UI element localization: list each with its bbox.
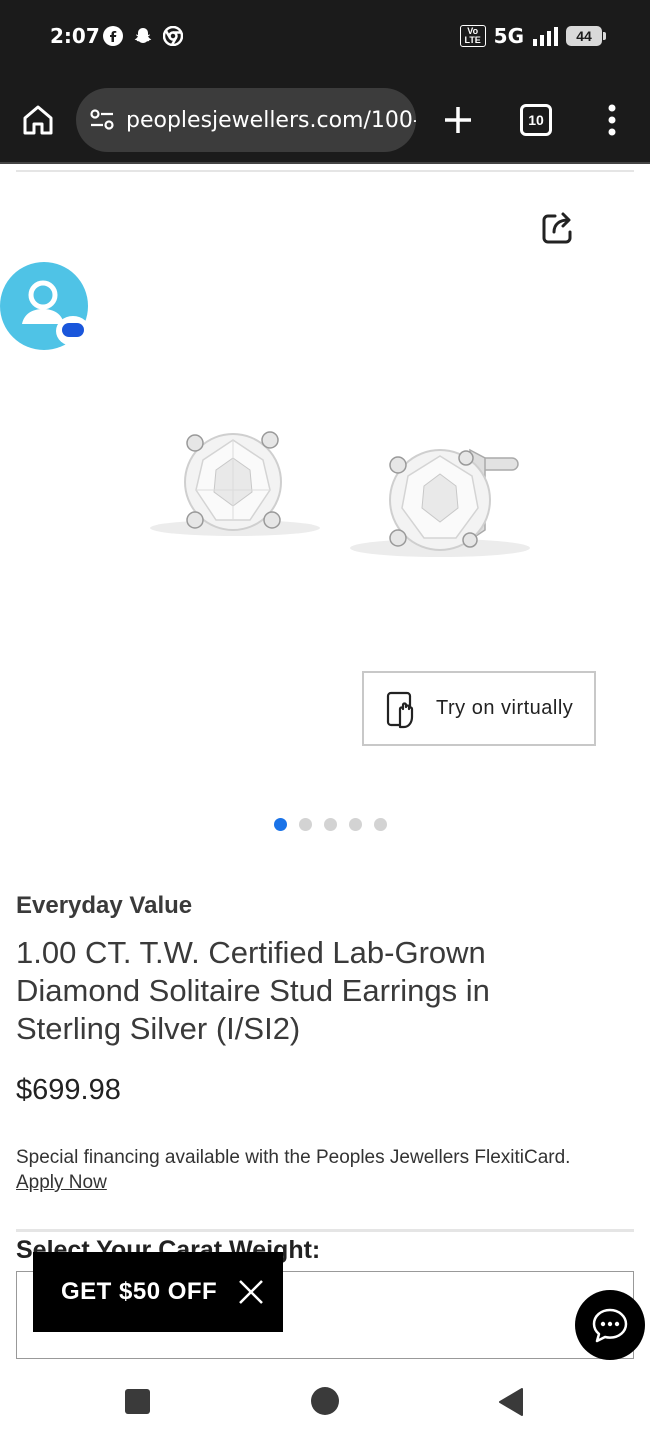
browser-toolbar: peoplesjewellers.com/100-c 10: [0, 76, 650, 164]
home-icon[interactable]: [20, 102, 56, 138]
divider: [16, 170, 634, 172]
battery-icon: 44: [566, 26, 606, 46]
new-tab-icon[interactable]: [440, 102, 476, 138]
status-right: Vo LTE 5G 44: [459, 24, 606, 48]
value-badge: Everyday Value: [16, 892, 193, 919]
apply-now-link[interactable]: Apply Now: [16, 1172, 107, 1194]
snapchat-icon: [134, 28, 152, 43]
status-bar: 2:07 Vo LTE 5G 44: [0, 0, 650, 76]
carousel-dot[interactable]: [349, 818, 362, 831]
financing-text: Special financing available with the Peo…: [16, 1147, 571, 1168]
carousel-dot[interactable]: [274, 818, 287, 831]
product-image[interactable]: [140, 410, 540, 570]
product-price: $699.98: [16, 1074, 121, 1106]
chat-icon: [592, 1308, 628, 1343]
facebook-icon: [103, 26, 123, 46]
carousel-dot[interactable]: [374, 818, 387, 831]
signal-icon: [533, 27, 558, 46]
back-icon[interactable]: [498, 1387, 524, 1417]
recents-button[interactable]: [125, 1389, 150, 1414]
status-time: 2:07: [50, 24, 100, 48]
chat-assistant-avatar[interactable]: [0, 262, 90, 350]
tab-switcher-button[interactable]: 10: [520, 104, 552, 136]
home-button[interactable]: [311, 1387, 339, 1415]
close-icon[interactable]: [237, 1278, 265, 1306]
chrome-icon: [163, 26, 183, 46]
chat-button[interactable]: [575, 1290, 645, 1360]
image-carousel-dots: [274, 818, 387, 831]
carousel-dot[interactable]: [299, 818, 312, 831]
chat-bubble-icon: [56, 316, 90, 346]
share-icon[interactable]: [538, 208, 578, 248]
network-type: 5G: [493, 24, 524, 48]
volte-indicator: Vo LTE: [459, 25, 486, 47]
promo-label: GET $50 OFF: [61, 1278, 218, 1305]
promo-banner-button[interactable]: GET $50 OFF: [33, 1252, 283, 1332]
system-nav-bar: [0, 1362, 650, 1440]
divider: [16, 1229, 634, 1232]
virtual-try-on-icon: [386, 691, 414, 728]
site-settings-icon[interactable]: [88, 106, 116, 134]
url-text: peoplesjewellers.com/100-c: [126, 107, 416, 133]
address-bar[interactable]: peoplesjewellers.com/100-c: [76, 88, 416, 152]
try-on-label: Try on virtually: [436, 697, 574, 719]
overflow-menu-icon[interactable]: [596, 102, 628, 138]
carousel-dot[interactable]: [324, 818, 337, 831]
status-app-icons: [103, 26, 183, 46]
product-title: 1.00 CT. T.W. Certified Lab-Grown Diamon…: [16, 935, 490, 1046]
try-on-virtually-button[interactable]: Try on virtually: [362, 671, 596, 746]
